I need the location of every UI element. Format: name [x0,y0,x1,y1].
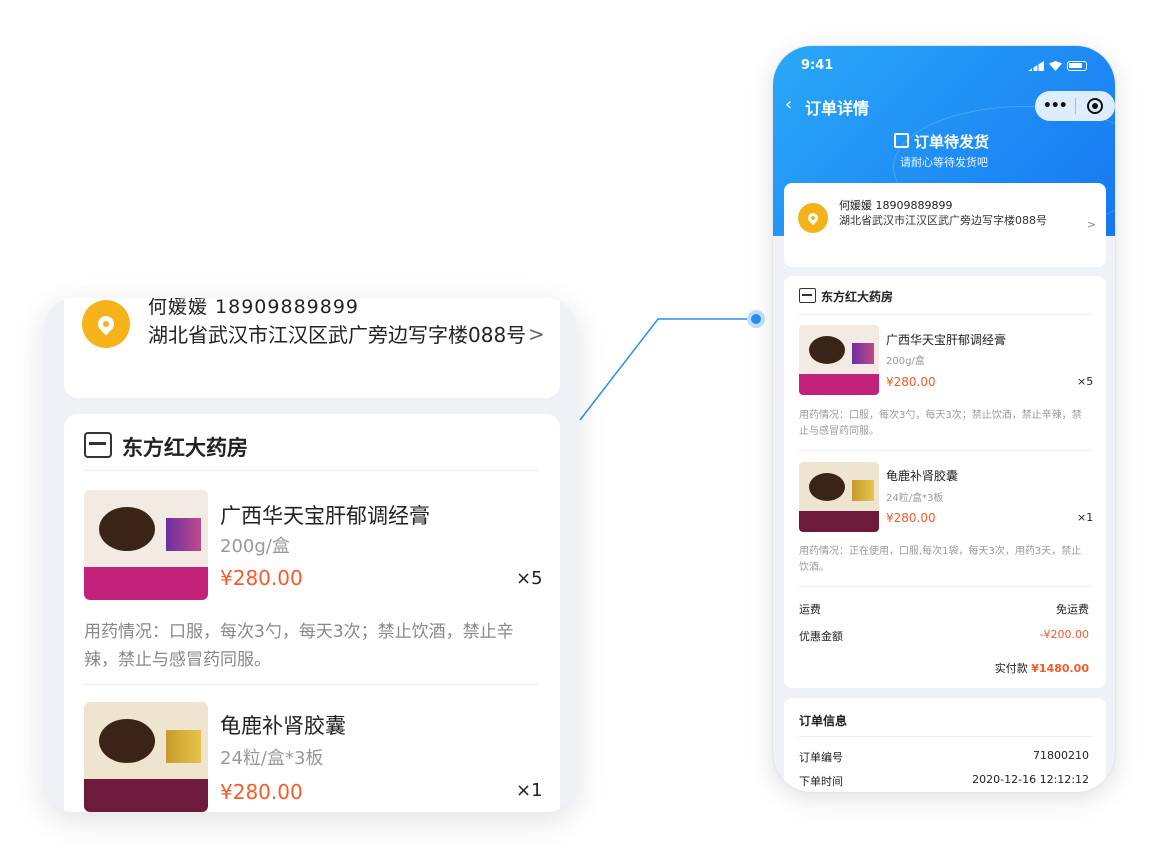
zoom-detail-card: 何媛媛 18909889899 湖北省武汉市江汉区武广旁边写字楼088号 > 东… [44,298,577,812]
order-time-label: 下单时间 [799,775,843,788]
wifi-icon [1049,61,1062,71]
product-price-2: ¥280.00 [886,511,936,525]
location-pin-icon [82,300,130,348]
product-image-2[interactable] [799,462,879,532]
divider [799,314,1091,315]
paid-label: 实付款 [994,662,1028,675]
divider [84,684,538,685]
chevron-left-icon[interactable]: ‹ [785,94,792,115]
divider [84,470,538,471]
order-time-value: 2020-12-16 12:12:12 [972,773,1089,786]
divider [799,586,1091,587]
order-number-value: 71800210 [1033,749,1089,762]
chevron-right-icon[interactable]: > [1087,218,1096,231]
zoom-product-price-1: ¥280.00 [220,566,303,590]
status-bar-time: 9:41 [801,58,834,73]
status-bar-icons [1028,61,1087,71]
product-image-1[interactable] [84,490,208,600]
shipping-value: 免运费 [1056,603,1089,616]
order-status: 订单待发货 [914,133,990,151]
product-image-2[interactable] [84,702,208,812]
zoom-product-title-2[interactable]: 龟鹿补肾胶囊 [220,710,346,740]
shop-icon [799,288,816,303]
zoom-product-qty-2: ×1 [516,780,543,801]
paid-row: 实付款 ¥1480.00 [995,660,1089,676]
order-number-label: 订单编号 [799,751,843,764]
zoom-product-spec-1: 200g/盒 [220,536,290,557]
zoom-product-spec-2: 24粒/盒*3板 [220,748,324,769]
product-usage-1: 用药情况：口服，每次3勺，每天3次；禁止饮酒，禁止辛辣，禁止与感冒药同服。 [799,410,1082,437]
product-spec-1: 200g/盒 [886,356,925,367]
more-icon[interactable]: ••• [1035,98,1075,114]
product-usage-2: 用药情况：正在使用，口服,每次1袋，每天3次，用药3天，禁止饮酒。 [799,546,1082,573]
chevron-right-icon[interactable]: > [528,322,545,346]
divider [799,450,1091,451]
discount-value: -¥200.00 [1039,628,1089,641]
product-image-1[interactable] [799,325,879,395]
package-icon [894,133,909,148]
zoom-product-usage-1: 用药情况：口服，每次3勺，每天3次；禁止饮酒，禁止辛辣，禁止与感冒药同服。 [84,622,514,670]
paid-value: ¥1480.00 [1031,662,1089,675]
mini-program-capsule: ••• [1035,91,1115,121]
zoom-recipient-address: 湖北省武汉市江汉区武广旁边写字楼088号 [148,323,527,347]
order-status-subtitle: 请耐心等待发货吧 [900,156,988,169]
zoom-shop-name: 东方红大药房 [122,436,248,460]
shipping-label: 运费 [799,603,821,616]
shop-name: 东方红大药房 [821,290,894,304]
zoom-product-price-2: ¥280.00 [220,780,303,804]
shop-icon [84,432,112,458]
phone-frame: 9:41 ‹ 订单详情 ••• 订单待发货 请耐心等待发货吧 何媛媛 18909… [772,45,1116,793]
product-spec-2: 24粒/盒*3板 [886,493,944,504]
signal-icon [1028,61,1044,71]
product-qty-1: ×5 [1077,375,1094,388]
order-info-title: 订单信息 [799,714,848,728]
product-title-1[interactable]: 广西华天宝肝郁调经膏 [886,331,1006,348]
discount-label: 优惠金额 [799,630,843,643]
zoom-product-title-1[interactable]: 广西华天宝肝郁调经膏 [220,500,430,530]
zoom-recipient-name-phone: 何媛媛 18909889899 [148,298,360,318]
product-title-2[interactable]: 龟鹿补肾胶囊 [886,467,958,484]
close-miniapp-icon[interactable] [1075,98,1115,114]
battery-icon [1067,61,1087,71]
recipient-name-phone: 何媛媛 18909889899 [839,199,953,212]
product-qty-2: ×1 [1077,511,1094,524]
product-price-1: ¥280.00 [886,375,936,389]
divider [799,736,1091,737]
location-pin-icon [798,203,828,233]
recipient-address: 湖北省武汉市江汉区武广旁边写字楼088号 [839,214,1047,227]
page-title: 订单详情 [805,99,870,118]
showcase-stage: 何媛媛 18909889899 湖北省武汉市江汉区武广旁边写字楼088号 > 东… [0,0,1162,858]
zoom-product-qty-1: ×5 [516,568,543,589]
